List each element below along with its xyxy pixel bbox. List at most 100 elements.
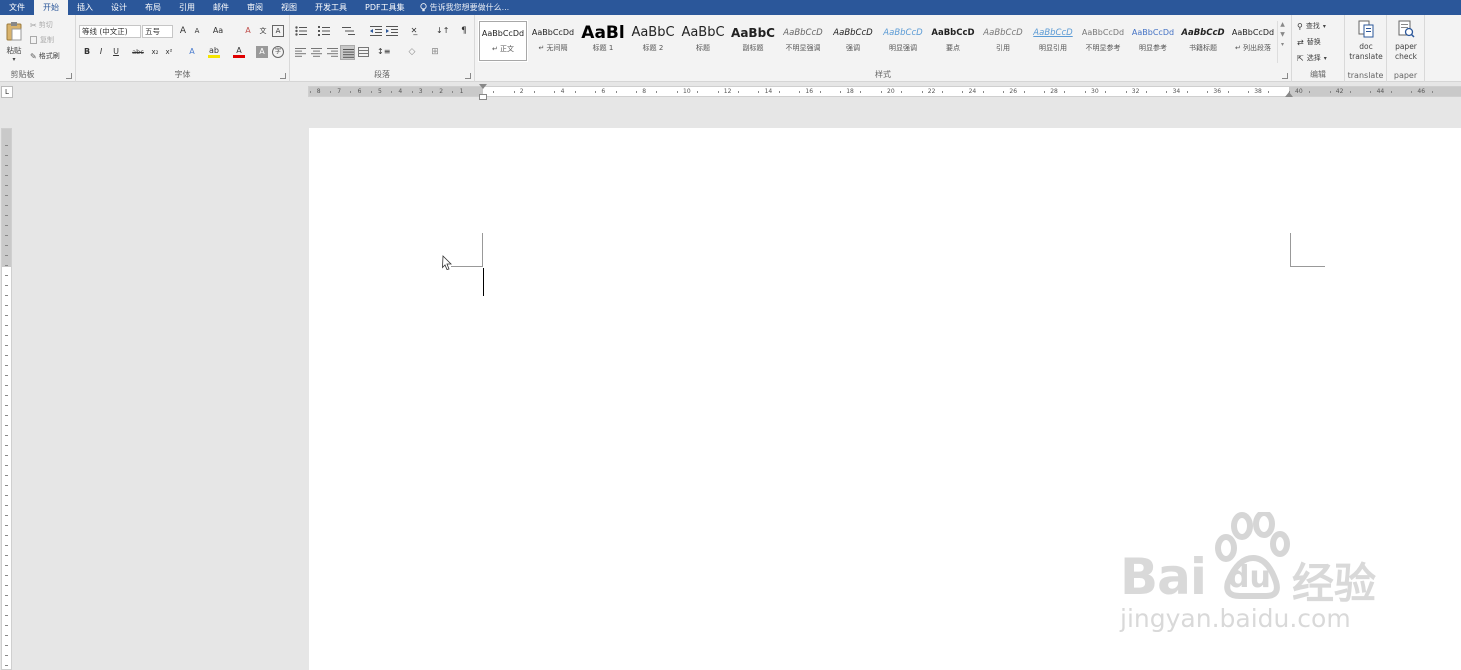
styles-dialog-launcher[interactable] [1282,73,1288,79]
italic-button[interactable]: I [95,46,107,58]
clipboard-icon [6,22,22,41]
style-item[interactable]: AaBbCcD 强调 [829,21,877,61]
shrink-font-button[interactable]: A [191,25,203,37]
style-item[interactable]: AaBbCcDd ↵ 列出段落 [1229,21,1277,61]
subscript-button[interactable]: x₂ [149,46,161,58]
vertical-ruler[interactable] [1,128,12,670]
ruler-tick [942,91,943,93]
font-group: 等线 (中文正) 五号 A A Aa A 文 A B I U abc x₂ x²… [76,15,290,82]
style-item[interactable]: AaBbC 标题 2 [629,21,677,61]
tab-pdf-tools[interactable]: PDF工具集 [356,0,414,15]
style-item[interactable]: AaBbCcD 引用 [979,21,1027,61]
scroll-up-icon[interactable]: ▲ [1278,21,1287,28]
tab-home[interactable]: 开始 [34,0,68,15]
clear-formatting-icon[interactable]: A [242,25,254,37]
cut-button[interactable]: ✂ 剪切 [30,20,53,30]
tab-design[interactable]: 设计 [102,0,136,15]
hanging-indent-marker[interactable] [479,94,487,100]
grow-font-button[interactable]: A [177,25,189,37]
tab-review[interactable]: 审阅 [238,0,272,15]
paste-button[interactable]: 粘贴 ▾ [3,19,25,63]
increase-indent-icon[interactable] [386,26,398,36]
tab-layout[interactable]: 布局 [136,0,170,15]
distributed-icon[interactable] [358,47,369,57]
text-effects-icon[interactable]: A [186,46,198,58]
decrease-indent-icon[interactable] [370,26,382,36]
bold-button[interactable]: B [81,46,93,58]
style-item[interactable]: AaBbCcD 不明显强调 [779,21,827,61]
character-shading-icon[interactable]: A [256,46,268,58]
underline-button[interactable]: U [110,46,122,58]
tab-view[interactable]: 视图 [272,0,306,15]
style-item[interactable]: AaBbCcDd 不明显参考 [1079,21,1127,61]
ruler-number: 44 [1376,88,1385,95]
change-case-button[interactable]: Aa [209,25,227,37]
style-item[interactable]: AaBbC 副标题 [729,21,777,61]
more-styles-icon[interactable]: ▾ [1278,41,1287,48]
enclose-characters-icon[interactable]: 字 [272,46,284,58]
ruler-tick [1207,91,1209,93]
borders-icon[interactable]: ⊞ [429,46,441,58]
horizontal-ruler[interactable]: 8 7 6 5 4 3 2 1 2 4 6 8 10 12 14 16 18 20 22 24 26 28 30 32 34 36… [308,84,1461,100]
ruler-tick [5,435,8,436]
shading-icon[interactable]: ◇ [406,46,418,58]
multilevel-list-icon[interactable] [342,26,356,36]
replace-button[interactable]: ⇄ 替换 [1297,37,1321,47]
first-line-indent-marker[interactable] [479,84,487,89]
find-label: 查找 [1305,22,1320,30]
align-right-icon[interactable] [327,48,338,57]
style-item[interactable]: AaBbCcD 明显强调 [879,21,927,61]
style-item[interactable]: AaBbCcDd 明显参考 [1129,21,1177,61]
style-item[interactable]: AaBbCcD 明显引用 [1029,21,1077,61]
doc-translate-button[interactable]: doc translate [1345,20,1387,62]
tab-insert[interactable]: 插入 [68,0,102,15]
style-item[interactable]: AaBbCcDd ↵ 正文 [478,20,528,62]
phonetic-guide-icon[interactable]: 文 [257,25,269,37]
scroll-down-icon[interactable]: ▼ [1278,31,1287,38]
format-painter-button[interactable]: ✎ 格式刷 [30,51,60,61]
bullets-icon[interactable] [295,26,309,36]
paragraph-dialog-launcher[interactable] [465,73,471,79]
tab-references[interactable]: 引用 [170,0,204,15]
tell-me-box[interactable]: 告诉我您想要做什么... [419,2,509,13]
style-item[interactable]: AaBbC 标题 [679,21,727,61]
superscript-button[interactable]: x² [163,46,175,58]
line-spacing-icon[interactable]: ↕≡ [377,46,390,58]
strikethrough-button[interactable]: abc [130,46,146,58]
tab-mailings[interactable]: 邮件 [204,0,238,15]
show-formatting-marks-icon[interactable]: ¶ [458,25,470,37]
ruler-tick [5,295,8,296]
style-item[interactable]: AaBbCcDd ↵ 无间隔 [529,21,577,61]
tab-selector[interactable]: L [1,86,13,98]
right-indent-marker[interactable] [1285,92,1293,97]
font-color-icon[interactable]: A [233,46,245,58]
sort-icon[interactable]: ↓↑ [436,25,449,37]
paper-check-button[interactable]: paper check [1387,20,1425,62]
document-page[interactable]: Bai du 经验 jingyan.baidu.com [309,128,1461,670]
clipboard-dialog-launcher[interactable] [66,73,72,79]
ruler-tick [370,91,372,93]
font-dialog-launcher[interactable] [280,73,286,79]
asian-layout-icon[interactable]: ✕̲ [407,25,421,37]
copy-button[interactable]: 复制 [30,35,54,45]
tab-file[interactable]: 文件 [0,0,34,15]
gallery-scroll[interactable]: ▲ ▼ ▾ [1277,21,1287,63]
style-item[interactable]: AaBbCcD 书籍标题 [1179,21,1227,61]
find-button[interactable]: ⚲ 查找 ▾ [1297,21,1326,31]
style-item[interactable]: AaBl 标题 1 [579,21,627,61]
ruler-tick [1227,91,1229,93]
ruler-tick [717,91,719,93]
tab-developer[interactable]: 开发工具 [306,0,356,15]
highlight-icon[interactable]: ab [208,46,220,58]
font-size-combo[interactable]: 五号 [142,25,173,38]
font-name-combo[interactable]: 等线 (中文正) [79,25,141,38]
justify-button[interactable] [340,45,355,60]
editing-group: ⚲ 查找 ▾ ⇄ 替换 ⇱ 选择 ▾ 编辑 [1292,15,1345,82]
align-left-icon[interactable] [295,48,306,57]
align-center-icon[interactable] [311,48,322,57]
numbering-icon[interactable] [318,26,332,36]
character-border-icon[interactable]: A [272,25,284,37]
style-item[interactable]: AaBbCcD 要点 [929,21,977,61]
select-button[interactable]: ⇱ 选择 ▾ [1297,53,1327,63]
baidu-watermark: Bai du 经验 jingyan.baidu.com [1120,510,1382,640]
